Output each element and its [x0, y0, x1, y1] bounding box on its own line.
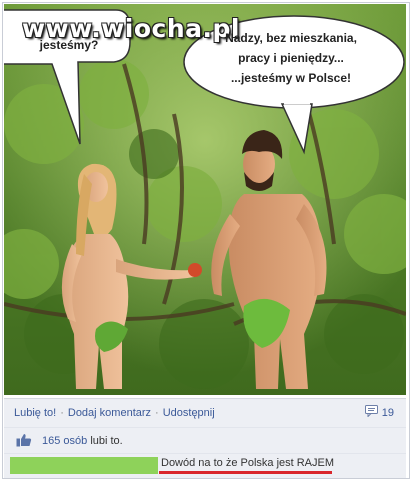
- comment-bubble-icon: [364, 405, 378, 420]
- post-actions-bar: Lubię to! · Dodaj komentarz · Udostępnij 19: [4, 398, 406, 427]
- add-comment-link[interactable]: Dodaj komentarz: [68, 407, 151, 419]
- thumbs-up-icon: [16, 433, 32, 452]
- meme-image[interactable]: www.wiocha.pl jesteśmy? Nadzy, bez miesz…: [4, 4, 406, 395]
- likes-suffix: lubi to.: [87, 435, 123, 447]
- red-underline-annotation: [159, 471, 332, 474]
- speech-line-1: Nadzy, bez mieszkania,: [225, 31, 357, 45]
- speech-bubble-left-text: jesteśmy?: [39, 38, 99, 52]
- like-link[interactable]: Lubię to!: [14, 407, 56, 419]
- likes-count[interactable]: 165 osób lubi to.: [42, 435, 123, 447]
- comments-counter[interactable]: 19: [364, 405, 394, 420]
- speech-line-2: pracy i pieniędzy...: [238, 51, 344, 65]
- likes-people-link[interactable]: 165 osób: [42, 435, 87, 447]
- redacted-commenter-block: [10, 457, 158, 474]
- comment-text: Dowód na to że Polska jest RAJEM: [161, 457, 335, 469]
- separator-dot: ·: [155, 407, 159, 419]
- speech-line-3: ...jesteśmy w Polsce!: [230, 71, 352, 85]
- share-link[interactable]: Udostępnij: [163, 407, 215, 419]
- likes-row: 165 osób lubi to.: [4, 427, 406, 453]
- speech-bubble-right-text: Nadzy, bez mieszkania, pracy i pieniędzy…: [200, 28, 382, 88]
- comment-item: Dowód na to że Polska jest RAJEM: [4, 453, 406, 478]
- separator-dot: ·: [60, 407, 64, 419]
- comments-count: 19: [381, 406, 394, 419]
